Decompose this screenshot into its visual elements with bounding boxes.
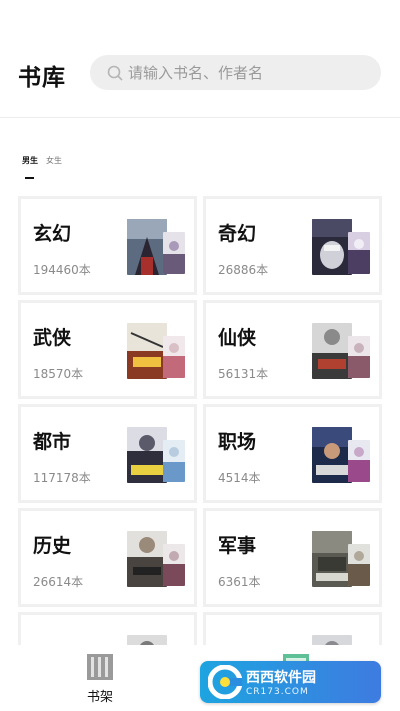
book-cover (127, 531, 167, 587)
category-count: 56131本 (218, 367, 269, 381)
tab-underline (25, 177, 34, 179)
category-card-qihuan[interactable]: 奇幻 26886本 (203, 196, 382, 295)
category-name: 军事 (218, 535, 257, 557)
gender-tabs: 男生 女生 (22, 155, 70, 185)
watermark-main: 西西软件园 (246, 670, 316, 686)
bookshelf-icon (86, 653, 114, 681)
book-cover (163, 336, 185, 378)
category-name: 都市 (33, 431, 72, 453)
tab-female[interactable]: 女生 (46, 155, 62, 166)
category-card-dushi[interactable]: 都市 117178本 (18, 404, 197, 503)
book-cover (348, 544, 370, 586)
search-bar[interactable]: 请输入书名、作者名 (90, 55, 381, 90)
category-name: 武侠 (33, 327, 72, 349)
book-cover (312, 427, 352, 483)
header: 书库 请输入书名、作者名 (0, 0, 400, 118)
category-name: 历史 (33, 535, 72, 557)
book-cover (127, 427, 167, 483)
category-count: 4514本 (218, 471, 261, 485)
nav-label: 书架 (86, 690, 113, 705)
category-name: 玄幻 (33, 223, 72, 245)
book-cover (348, 440, 370, 482)
book-cover (163, 544, 185, 586)
book-cover (348, 336, 370, 378)
tab-male[interactable]: 男生 (22, 155, 38, 179)
page-title: 书库 (18, 65, 66, 91)
category-name: 仙侠 (218, 327, 257, 349)
bookstore-page: 书库 请输入书名、作者名 男生 女生 玄幻 194460本 奇幻 26886本 … (0, 0, 400, 711)
category-card-wuxia[interactable]: 武侠 18570本 (18, 300, 197, 399)
category-card-zhichang[interactable]: 职场 4514本 (203, 404, 382, 503)
book-cover (348, 232, 370, 274)
book-cover (127, 323, 167, 379)
search-icon (106, 64, 124, 82)
category-name: 奇幻 (218, 223, 257, 245)
category-card-xianxia[interactable]: 仙侠 56131本 (203, 300, 382, 399)
book-cover (163, 440, 185, 482)
category-count: 194460本 (33, 263, 91, 277)
category-card-lishi[interactable]: 历史 26614本 (18, 508, 197, 607)
watermark-text: 西西软件园 CR173.COM (246, 667, 316, 697)
category-count: 117178本 (33, 471, 91, 485)
book-cover (127, 219, 167, 275)
category-name: 职场 (218, 431, 257, 453)
book-cover (163, 232, 185, 274)
category-count: 26886本 (218, 263, 269, 277)
watermark-sub: CR173.COM (246, 687, 309, 697)
book-cover (312, 323, 352, 379)
category-card-junshi[interactable]: 军事 6361本 (203, 508, 382, 607)
nav-item-bookshelf[interactable]: 书架 (50, 653, 150, 705)
watermark-logo-icon (207, 664, 243, 700)
search-placeholder: 请输入书名、作者名 (128, 64, 264, 82)
category-count: 18570本 (33, 367, 84, 381)
category-count: 26614本 (33, 575, 84, 589)
category-card-xuanhuan[interactable]: 玄幻 194460本 (18, 196, 197, 295)
category-count: 6361本 (218, 575, 261, 589)
watermark: 西西软件园 CR173.COM (200, 661, 381, 703)
book-cover (312, 219, 352, 275)
book-cover (312, 531, 352, 587)
